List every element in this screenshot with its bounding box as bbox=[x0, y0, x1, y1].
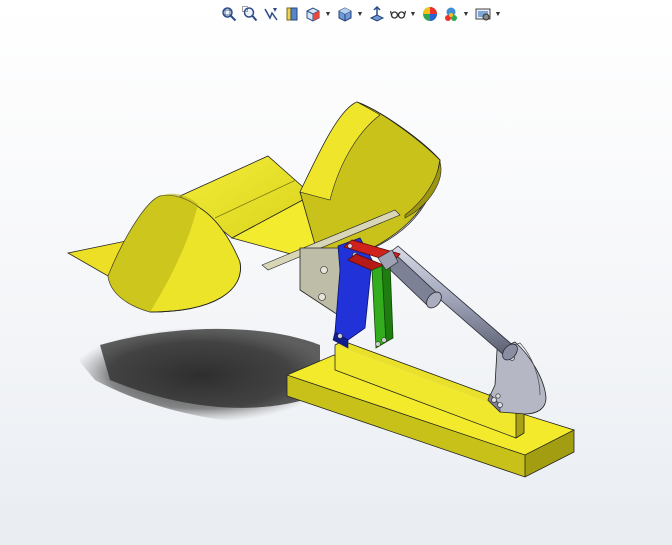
edit-appearance-glasses-icon[interactable] bbox=[388, 4, 408, 24]
hydraulic-cylinder[interactable] bbox=[381, 245, 520, 363]
display-style-dropdown-icon[interactable]: ▼ bbox=[356, 4, 364, 24]
zoom-to-area-icon[interactable] bbox=[240, 4, 260, 24]
edit-appearance-icon[interactable] bbox=[420, 4, 440, 24]
view-settings-dropdown-icon[interactable]: ▼ bbox=[494, 4, 502, 24]
heads-up-view-toolbar: ▼ ▼ ▼ ▼ ▼ bbox=[219, 3, 504, 25]
apply-scene-icon[interactable] bbox=[441, 4, 461, 24]
section-view-icon[interactable] bbox=[282, 4, 302, 24]
cylinder-mount-bracket[interactable] bbox=[487, 341, 547, 415]
model-render bbox=[66, 101, 576, 478]
apply-scene-dropdown-icon[interactable]: ▼ bbox=[462, 4, 470, 24]
hide-show-items-icon[interactable] bbox=[367, 4, 387, 24]
view-settings-icon[interactable] bbox=[473, 4, 493, 24]
view-orientation-icon[interactable] bbox=[303, 4, 323, 24]
display-style-icon[interactable] bbox=[335, 4, 355, 24]
previous-view-icon[interactable] bbox=[261, 4, 281, 24]
link-green[interactable] bbox=[371, 262, 394, 349]
view-orientation-dropdown-icon[interactable]: ▼ bbox=[324, 4, 332, 24]
link-blue[interactable] bbox=[332, 237, 373, 349]
zoom-to-fit-icon[interactable] bbox=[219, 4, 239, 24]
hide-show-items-dropdown-icon[interactable]: ▼ bbox=[409, 4, 417, 24]
graphics-area[interactable] bbox=[0, 28, 672, 545]
